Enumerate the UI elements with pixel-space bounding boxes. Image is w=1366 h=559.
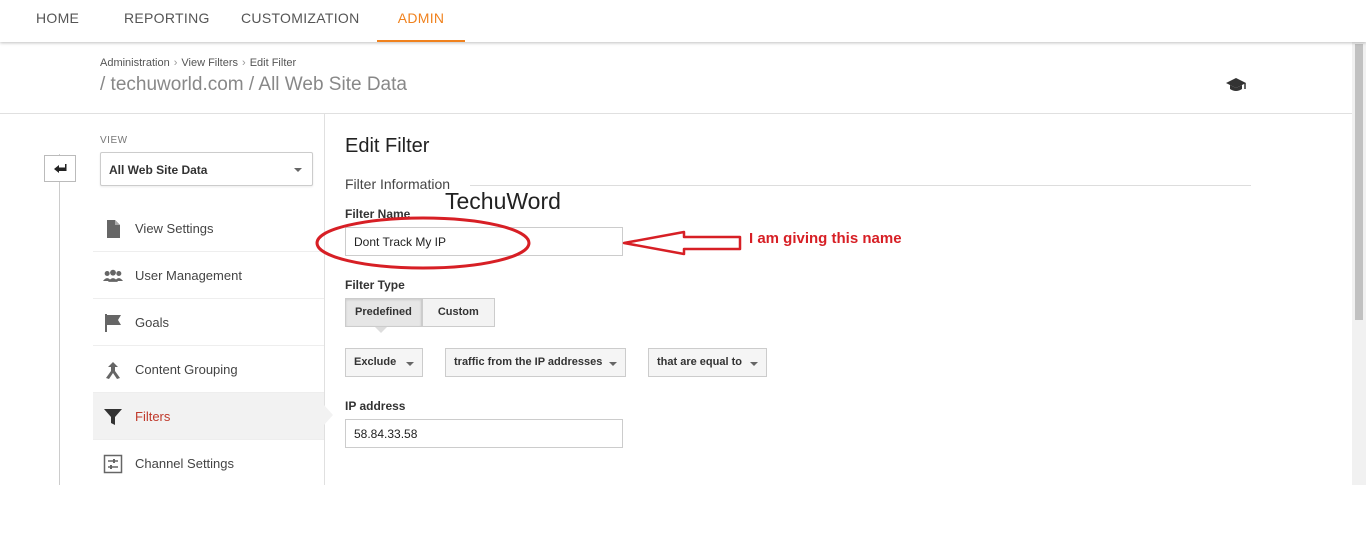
graduation-cap-icon[interactable] xyxy=(1225,76,1247,94)
breadcrumb-view-filters[interactable]: View Filters xyxy=(181,57,238,69)
chevron-down-icon xyxy=(609,362,617,366)
sidebar-item-label: Channel Settings xyxy=(135,456,235,471)
filter-name-input[interactable] xyxy=(345,227,623,256)
section-heading: Filter Information xyxy=(345,176,451,192)
chevron-down-icon xyxy=(750,362,758,366)
edit-filter-panel: Edit Filter Filter Information Filter Na… xyxy=(345,114,1345,485)
ip-address-input[interactable] xyxy=(345,419,623,448)
content-grouping-icon xyxy=(106,362,120,379)
document-icon xyxy=(107,220,120,238)
view-selector[interactable]: All Web Site Data xyxy=(100,152,313,186)
sidebar-item-filters[interactable]: Filters xyxy=(93,393,333,440)
ip-address-label: IP address xyxy=(345,399,406,413)
sidebar-item-label: Content Grouping xyxy=(135,362,238,377)
sidebar-item-channel-settings[interactable]: Channel Settings xyxy=(93,440,324,487)
sidebar-item-label: User Management xyxy=(135,268,242,283)
chevron-down-icon xyxy=(406,362,414,366)
breadcrumb-separator: › xyxy=(242,57,246,69)
breadcrumb-separator: › xyxy=(173,57,178,69)
source-dropdown[interactable]: traffic from the IP addresses xyxy=(445,348,626,377)
selection-notch xyxy=(375,327,387,333)
property-path: / techuworld.com / All Web Site Data xyxy=(100,74,407,95)
exclude-value: Exclude xyxy=(354,356,397,368)
breadcrumb-edit-filter: Edit Filter xyxy=(249,57,297,69)
rail-divider xyxy=(59,154,60,485)
view-label: VIEW xyxy=(100,135,128,146)
scrollbar-thumb[interactable] xyxy=(1355,44,1363,320)
account-title: TechuWord / techuworld.com / All Web Sit… xyxy=(100,74,561,214)
flag-icon xyxy=(105,314,121,332)
sidebar-item-content-grouping[interactable]: Content Grouping xyxy=(93,346,324,393)
tab-admin[interactable]: ADMIN xyxy=(377,0,465,42)
active-pointer xyxy=(324,405,333,425)
back-arrow-icon xyxy=(54,164,67,173)
filter-name-label: Filter Name xyxy=(345,207,411,221)
source-value: traffic from the IP addresses xyxy=(454,356,603,368)
sidebar-item-user-management[interactable]: User Management xyxy=(93,252,324,299)
chevron-down-icon xyxy=(294,168,302,172)
sidebar-item-label: Goals xyxy=(135,315,169,330)
page-title: Edit Filter xyxy=(345,135,430,157)
predefined-button[interactable]: Predefined xyxy=(345,298,422,327)
filter-type-toggle: Predefined Custom xyxy=(345,298,495,327)
users-icon xyxy=(103,269,123,282)
vertical-scrollbar[interactable] xyxy=(1352,42,1366,485)
expression-dropdown[interactable]: that are equal to xyxy=(648,348,767,377)
custom-button[interactable]: Custom xyxy=(421,298,495,327)
tab-home[interactable]: HOME xyxy=(36,0,79,42)
breadcrumb-administration[interactable]: Administration xyxy=(100,57,170,69)
filter-type-label: Filter Type xyxy=(345,278,405,292)
channel-settings-icon xyxy=(103,454,123,474)
back-button[interactable] xyxy=(44,155,76,182)
section-divider xyxy=(470,185,1251,186)
top-navigation: HOME REPORTING CUSTOMIZATION ADMIN xyxy=(0,0,1366,42)
sidebar-item-label: Filters xyxy=(135,409,171,424)
annotation-text: I am giving this name xyxy=(749,230,902,247)
admin-sidebar: VIEW All Web Site Data View Settings Use… xyxy=(93,114,333,487)
view-selected: All Web Site Data xyxy=(109,163,208,177)
expression-value: that are equal to xyxy=(657,356,742,368)
tab-customization[interactable]: CUSTOMIZATION xyxy=(241,0,360,42)
tab-reporting[interactable]: REPORTING xyxy=(124,0,210,42)
sidebar-item-view-settings[interactable]: View Settings xyxy=(93,205,324,252)
exclude-dropdown[interactable]: Exclude xyxy=(345,348,423,377)
sidebar-item-goals[interactable]: Goals xyxy=(93,299,324,346)
funnel-icon xyxy=(104,409,122,425)
breadcrumb: Administration › View Filters › Edit Filter xyxy=(100,57,296,69)
page-header: Administration › View Filters › Edit Filter … xyxy=(0,42,1352,214)
sidebar-item-label: View Settings xyxy=(135,221,214,236)
